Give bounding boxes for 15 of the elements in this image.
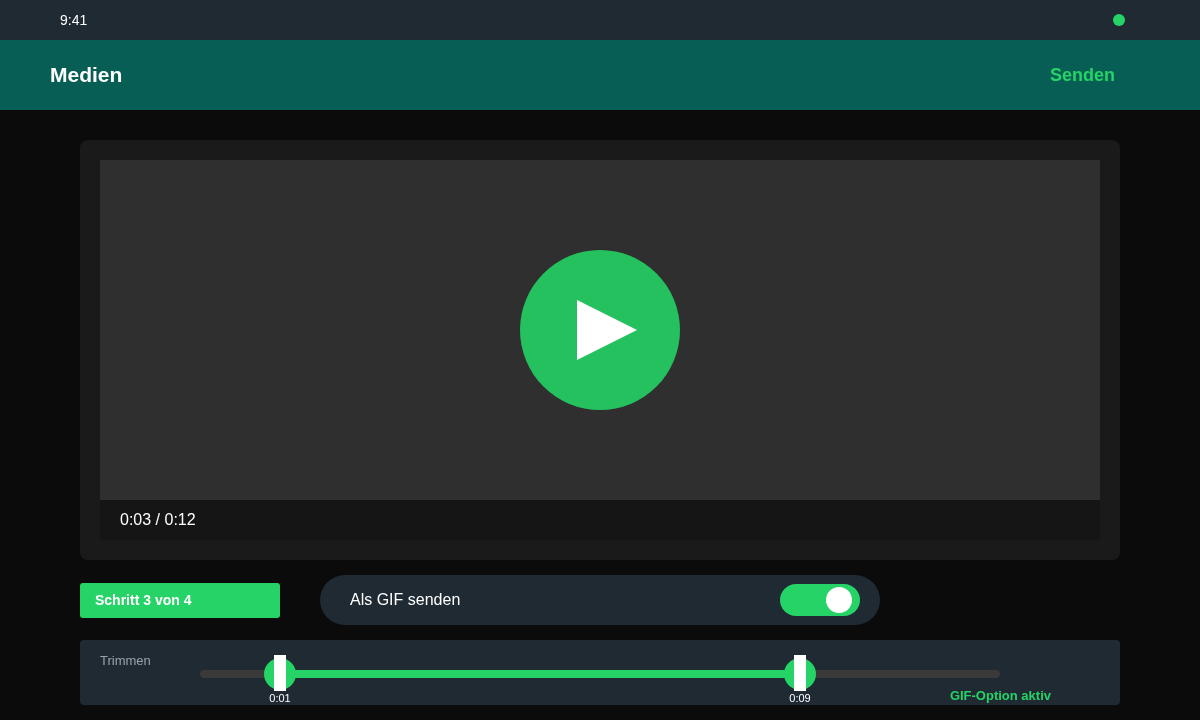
status-time: 9:41 — [60, 12, 88, 28]
trim-start-handle[interactable] — [264, 658, 296, 690]
trim-end-time: 0:09 — [789, 692, 811, 704]
trim-label: Trimmen — [100, 653, 151, 668]
gif-option-label: Als GIF senden — [350, 591, 461, 609]
send-button[interactable]: Senden — [1050, 64, 1115, 86]
gif-status-text: GIF-Option aktiv — [949, 688, 1051, 703]
video-time: 0:03 / 0:12 — [120, 511, 196, 529]
trim-end-handle[interactable] — [784, 658, 816, 690]
status-dot — [1113, 14, 1125, 26]
header-title: Medien — [50, 63, 123, 87]
step-badge: Schritt 3 von 4 — [80, 582, 280, 618]
trim-start-time: 0:01 — [269, 692, 291, 704]
play-icon — [577, 300, 637, 360]
gif-toggle[interactable] — [780, 584, 860, 616]
